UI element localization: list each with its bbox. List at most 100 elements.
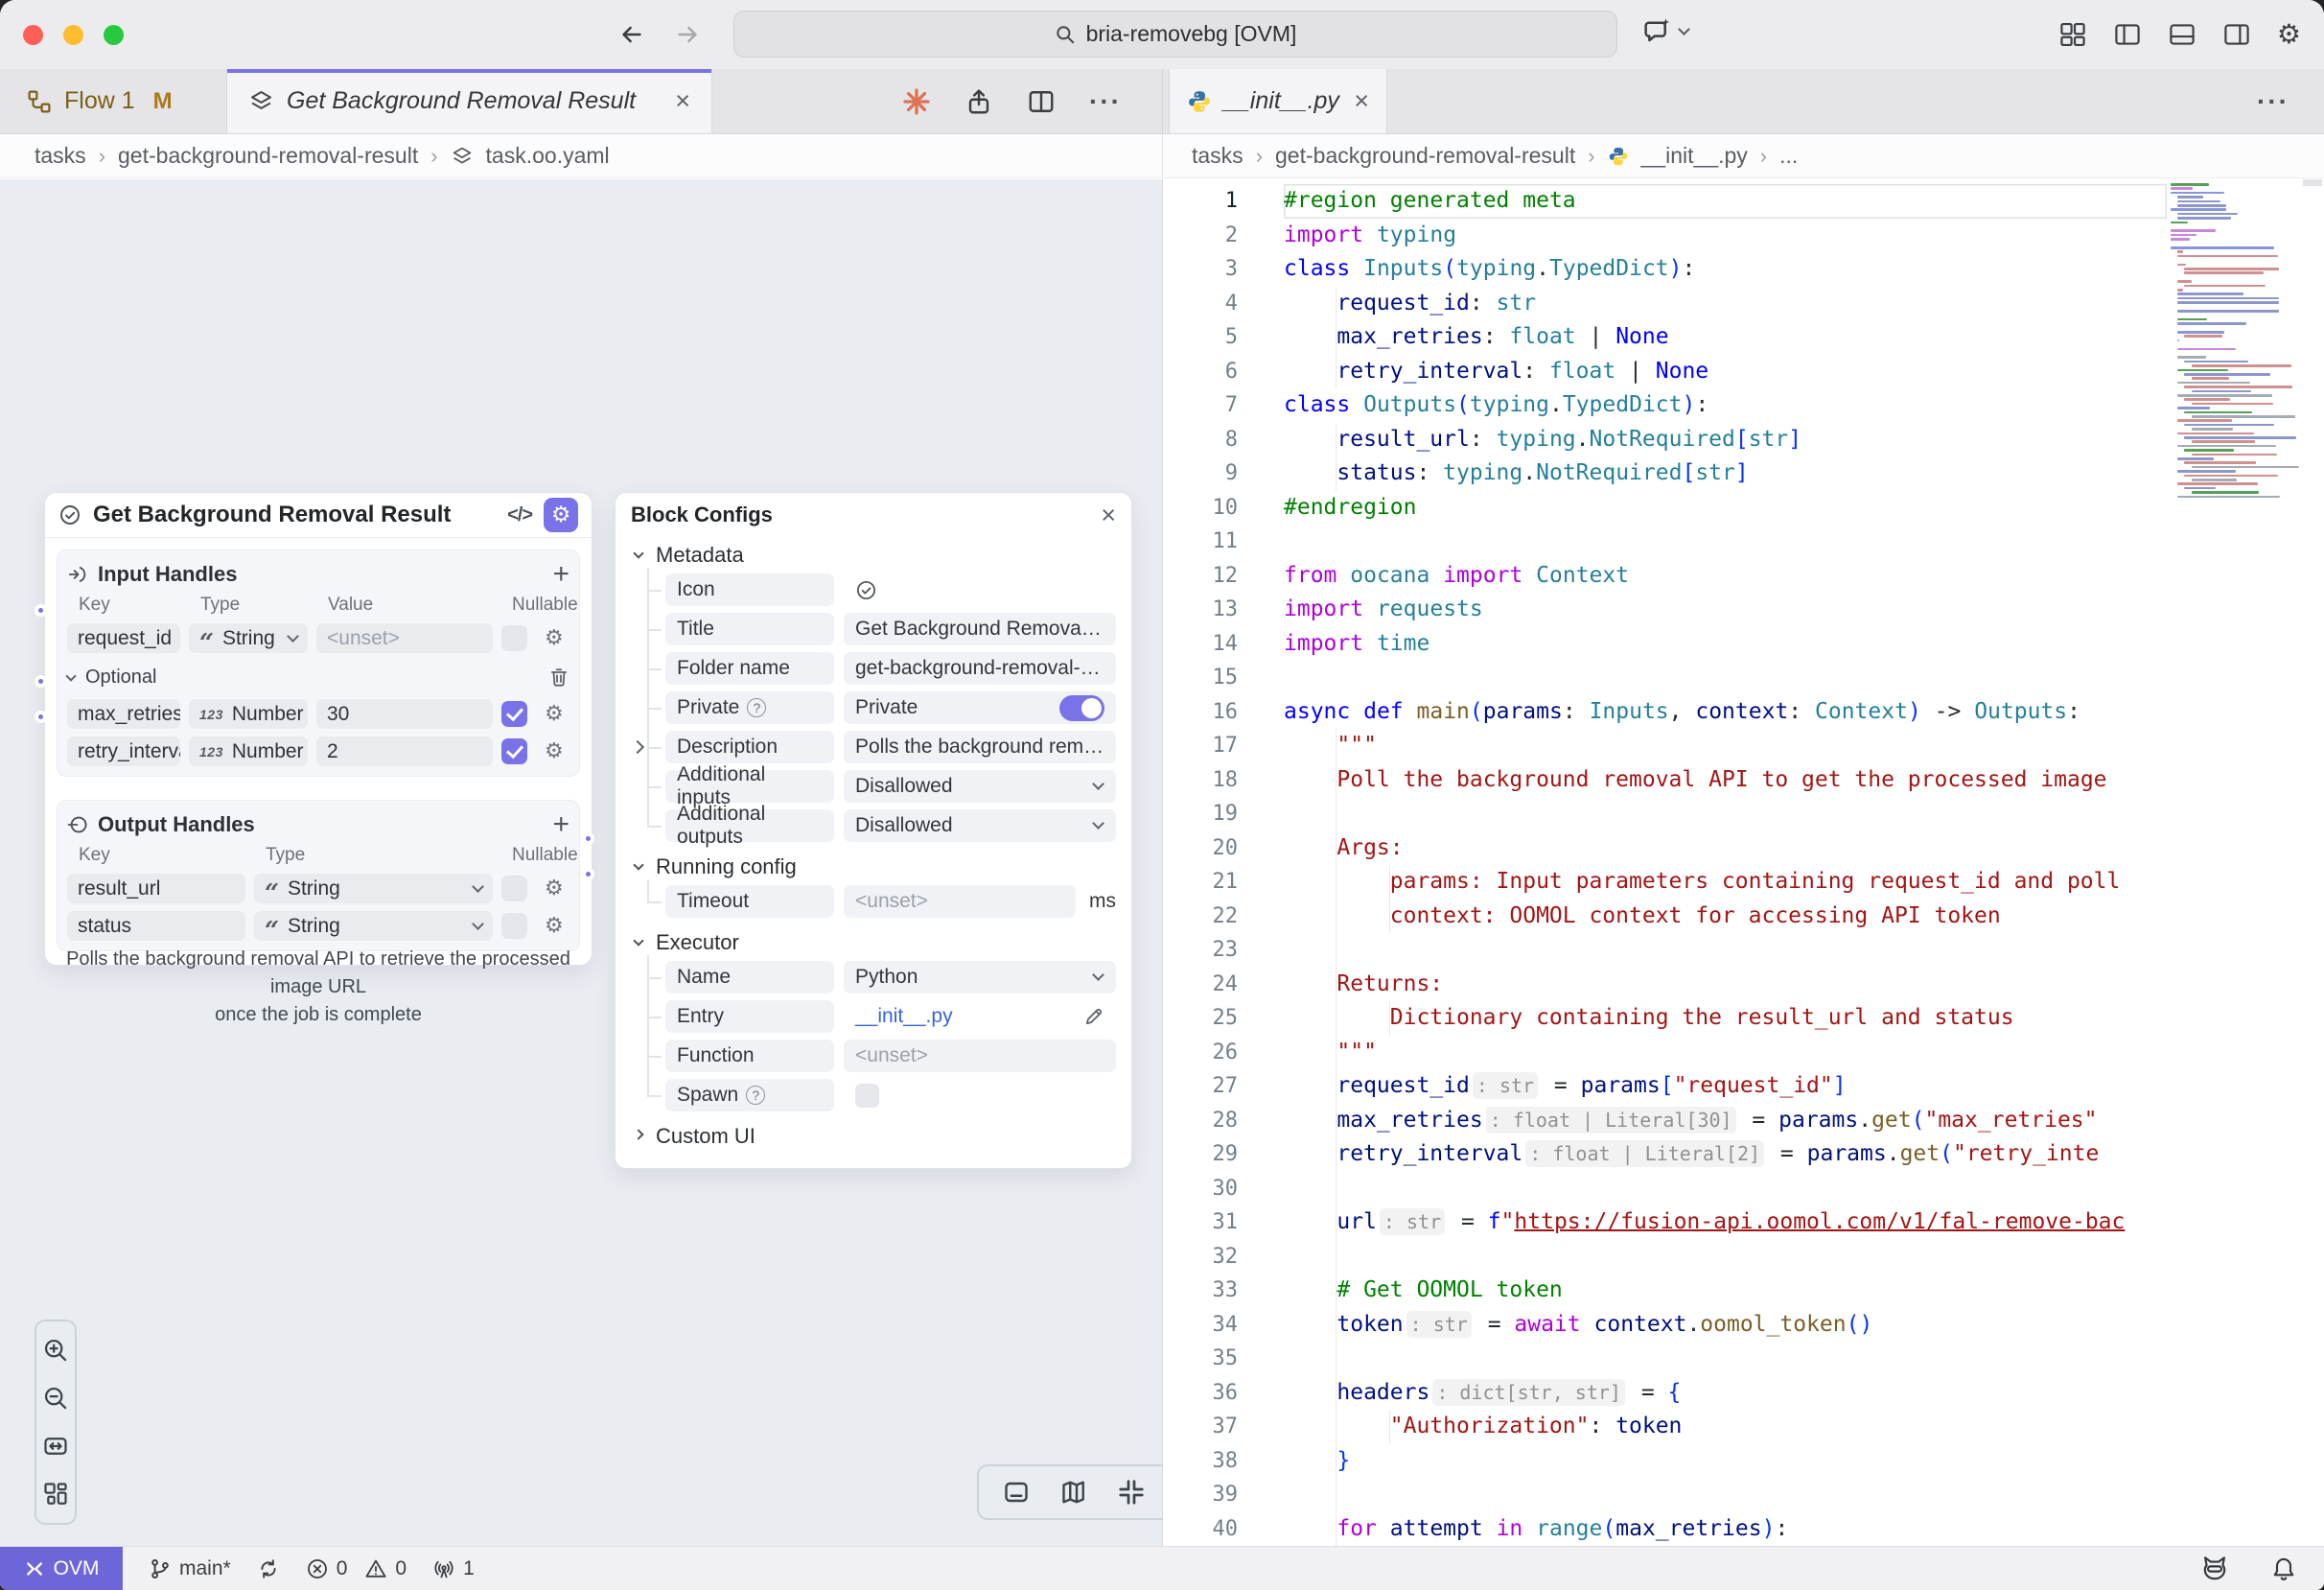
breadcrumb-item[interactable]: ... xyxy=(1779,143,1798,169)
code-line[interactable]: #region generated meta xyxy=(1284,184,2167,219)
nullable-checkbox-checked[interactable] xyxy=(501,738,527,764)
type-select[interactable]: “String xyxy=(254,911,493,941)
code-line[interactable] xyxy=(1284,1478,2167,1512)
key-field[interactable]: retry_interval xyxy=(67,737,180,766)
code-line[interactable]: max_retries: float | None xyxy=(1284,320,2167,355)
code-line[interactable]: token: str = await context.oomol_token() xyxy=(1284,1308,2167,1343)
flow-canvas[interactable]: Get Background Removal Result Input Hand… xyxy=(0,179,1163,1546)
key-field[interactable]: max_retries xyxy=(67,699,180,729)
breadcrumb-item[interactable]: get-background-removal-result xyxy=(118,143,418,169)
maximize-window-button[interactable] xyxy=(104,25,124,45)
section-running-config[interactable]: Running config xyxy=(631,849,1116,885)
key-field[interactable]: request_id xyxy=(67,623,180,653)
nullable-checkbox[interactable] xyxy=(501,625,527,651)
tab-get-background-removal-result[interactable]: Get Background Removal Result × xyxy=(227,69,712,133)
code-line[interactable]: retry_interval: float | Literal[2] = par… xyxy=(1284,1137,2167,1172)
code-line[interactable]: url: str = f"https://fusion-api.oomol.co… xyxy=(1284,1205,2167,1240)
zoom-out-icon[interactable] xyxy=(42,1385,69,1412)
back-arrow-icon[interactable] xyxy=(618,21,645,48)
breadcrumb-item[interactable]: __init__.py xyxy=(1641,143,1748,169)
code-line[interactable]: request_id: str xyxy=(1284,287,2167,321)
port-forward-indicator[interactable]: 1 xyxy=(432,1557,475,1580)
mascot-assistant-icon[interactable] xyxy=(2199,1554,2230,1584)
layout-grid-icon[interactable] xyxy=(42,1481,69,1508)
share-export-icon[interactable] xyxy=(964,87,993,116)
customize-layout-icon[interactable] xyxy=(2058,20,2087,49)
output-port-status[interactable] xyxy=(582,868,594,880)
code-line[interactable]: Returns: xyxy=(1284,968,2167,1002)
section-executor[interactable]: Executor xyxy=(631,924,1116,961)
code-line[interactable]: class Inputs(typing.TypedDict): xyxy=(1284,252,2167,287)
breadcrumb-item[interactable]: get-background-removal-result xyxy=(1275,143,1575,169)
toggle-panel-bottom-icon[interactable] xyxy=(2168,20,2196,49)
add-input-button[interactable] xyxy=(552,560,569,589)
branch-indicator[interactable]: main* xyxy=(149,1557,231,1580)
tab-flow-1[interactable]: Flow 1 M xyxy=(0,69,227,133)
key-field[interactable]: result_url xyxy=(67,874,245,903)
value-field[interactable]: 2 xyxy=(316,737,493,766)
fit-width-icon[interactable] xyxy=(42,1433,69,1460)
code-line[interactable]: import time xyxy=(1284,627,2167,662)
code-line[interactable] xyxy=(1284,525,2167,559)
bell-notifications-icon[interactable] xyxy=(2270,1555,2297,1582)
code-line[interactable]: Dictionary containing the result_url and… xyxy=(1284,1001,2167,1036)
toggle-panel-left-icon[interactable] xyxy=(2113,20,2142,49)
private-toggle-on[interactable] xyxy=(1059,695,1104,721)
section-custom-ui[interactable]: Custom UI xyxy=(631,1118,1116,1155)
folder-name-field[interactable]: get-background-removal-result xyxy=(844,652,1116,685)
output-port-result-url[interactable] xyxy=(582,832,594,845)
gear-icon[interactable] xyxy=(545,628,569,649)
toggle-panel-right-icon[interactable] xyxy=(2222,20,2251,49)
input-port-request-id[interactable] xyxy=(35,604,47,617)
code-line[interactable]: import requests xyxy=(1284,593,2167,627)
minimap[interactable] xyxy=(2169,179,2299,678)
description-field[interactable]: Polls the background removal API ... xyxy=(844,731,1116,763)
add-output-button[interactable] xyxy=(552,810,569,839)
code-line[interactable]: Poll the background removal API to get t… xyxy=(1284,763,2167,798)
gear-icon[interactable] xyxy=(545,741,569,762)
gear-icon[interactable] xyxy=(545,704,569,725)
check-circle-icon[interactable] xyxy=(855,579,877,601)
collapse-center-icon[interactable] xyxy=(1117,1478,1146,1507)
code-line[interactable]: # Get OOMOL token xyxy=(1284,1274,2167,1308)
expander-chevron-right-icon[interactable] xyxy=(631,740,644,754)
help-icon[interactable] xyxy=(747,698,766,717)
trash-icon[interactable] xyxy=(548,666,569,688)
input-port-max-retries[interactable] xyxy=(35,675,47,688)
section-metadata[interactable]: Metadata xyxy=(631,537,1116,573)
code-line[interactable]: max_retries: float | Literal[30] = param… xyxy=(1284,1104,2167,1138)
close-tab-icon[interactable]: × xyxy=(675,88,690,114)
problems-indicator[interactable]: 0 0 xyxy=(306,1557,407,1580)
chat-button[interactable] xyxy=(1641,15,1688,48)
input-port-retry-interval[interactable] xyxy=(35,711,47,723)
settings-gear-icon[interactable] xyxy=(2277,21,2301,48)
nullable-checkbox[interactable] xyxy=(501,913,527,939)
value-field[interactable]: <unset> xyxy=(316,623,493,653)
panel-bottom-icon[interactable] xyxy=(1002,1478,1031,1507)
additional-inputs-select[interactable]: Disallowed xyxy=(844,770,1116,803)
code-line[interactable] xyxy=(1284,933,2167,968)
help-icon[interactable] xyxy=(746,1086,765,1105)
node-settings-button[interactable] xyxy=(544,498,578,532)
remote-indicator[interactable]: OVM xyxy=(0,1547,123,1590)
more-actions-icon[interactable] xyxy=(1089,86,1122,117)
code-line[interactable] xyxy=(1284,1240,2167,1274)
function-field[interactable]: <unset> xyxy=(844,1040,1116,1072)
breadcrumb-item[interactable]: tasks xyxy=(1192,143,1243,169)
nullable-checkbox-checked[interactable] xyxy=(501,701,527,727)
code-line[interactable]: import typing xyxy=(1284,219,2167,253)
code-line[interactable]: headers: dict[str, str] = { xyxy=(1284,1376,2167,1411)
forward-arrow-icon[interactable] xyxy=(674,21,701,48)
code-line[interactable]: Args: xyxy=(1284,831,2167,866)
breadcrumb-item[interactable]: task.oo.yaml xyxy=(486,143,610,169)
code-line[interactable]: "Authorization": token xyxy=(1284,1410,2167,1444)
gear-icon[interactable] xyxy=(545,916,569,937)
additional-outputs-select[interactable]: Disallowed xyxy=(844,809,1116,842)
code-line[interactable]: #endregion xyxy=(1284,491,2167,526)
type-select[interactable]: 123Number xyxy=(189,737,308,766)
code-line[interactable]: from oocana import Context xyxy=(1284,559,2167,594)
optional-group-row[interactable]: Optional xyxy=(67,663,569,691)
node-get-background-removal-result[interactable]: Get Background Removal Result Input Hand… xyxy=(44,492,593,966)
code-line[interactable]: } xyxy=(1284,1444,2167,1479)
close-window-button[interactable] xyxy=(23,25,43,45)
